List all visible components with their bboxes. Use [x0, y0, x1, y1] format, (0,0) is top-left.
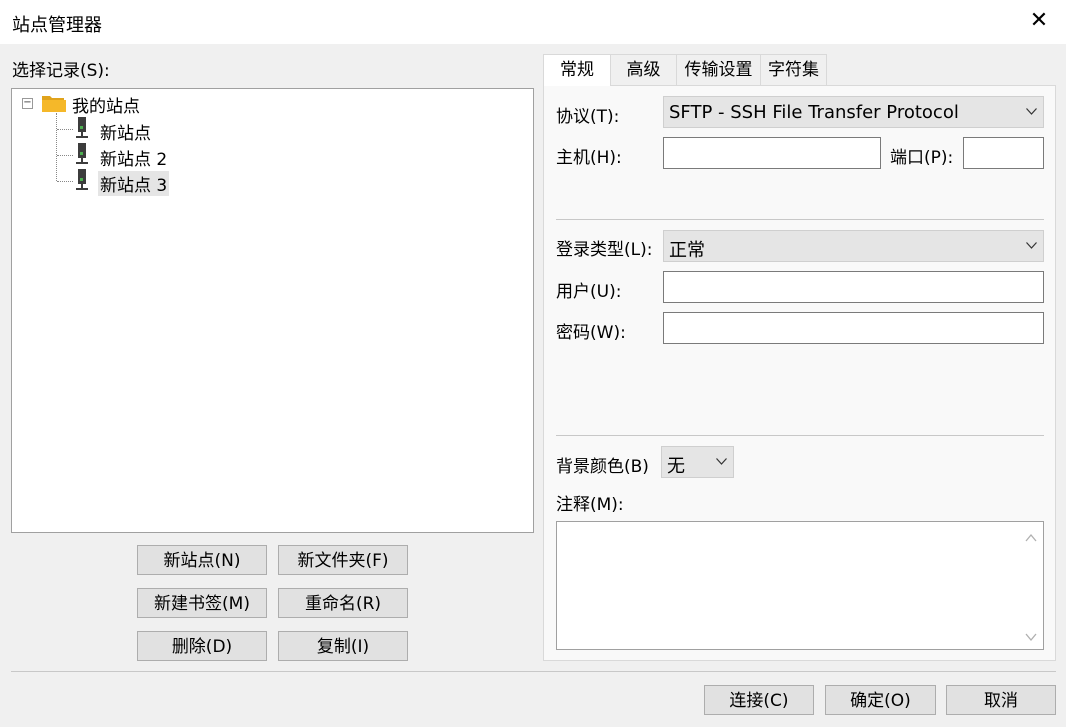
comments-textarea[interactable]	[556, 521, 1044, 650]
user-label: 用户(U):	[556, 282, 622, 302]
tab-transfer-settings[interactable]: 传输设置	[676, 54, 761, 85]
tree-connector	[57, 181, 73, 182]
tab-advanced[interactable]: 高级	[610, 54, 677, 85]
chevron-down-icon	[716, 458, 727, 465]
separator	[556, 219, 1044, 220]
server-icon	[76, 117, 88, 138]
collapse-toggle-icon[interactable]: −	[22, 98, 33, 109]
window-title: 站点管理器	[12, 15, 102, 36]
rename-button[interactable]: 重命名(R)	[278, 588, 408, 618]
cancel-button[interactable]: 取消	[946, 685, 1056, 715]
tree-folder-label[interactable]: 我的站点	[72, 92, 140, 117]
bg-color-value: 无	[667, 456, 685, 477]
password-input[interactable]	[663, 312, 1044, 344]
title-bar: 站点管理器 ✕	[0, 0, 1066, 44]
bg-color-label: 背景颜色(B)	[556, 457, 649, 477]
logon-type-select[interactable]: 正常	[663, 230, 1044, 262]
separator	[556, 435, 1044, 436]
protocol-label: 协议(T):	[556, 107, 620, 127]
scroll-up-icon[interactable]	[1025, 534, 1037, 542]
password-label: 密码(W):	[556, 323, 626, 343]
server-icon	[76, 143, 88, 164]
ok-button[interactable]: 确定(O)	[825, 685, 936, 715]
port-input[interactable]	[963, 137, 1044, 169]
tab-general[interactable]: 常规	[543, 54, 611, 86]
protocol-value: SFTP - SSH File Transfer Protocol	[669, 102, 959, 123]
tree-site-item-selected[interactable]: 新站点 3	[98, 171, 170, 196]
select-entry-label: 选择记录(S):	[12, 61, 110, 81]
comments-label: 注释(M):	[556, 495, 624, 515]
tree-site-item[interactable]: 新站点	[98, 119, 153, 144]
chevron-down-icon	[1026, 108, 1037, 115]
new-site-button[interactable]: 新站点(N)	[137, 545, 267, 575]
new-bookmark-button[interactable]: 新建书签(M)	[137, 588, 267, 618]
delete-button[interactable]: 删除(D)	[137, 631, 267, 661]
logon-type-label: 登录类型(L):	[556, 240, 653, 260]
tree-connector	[57, 129, 73, 130]
new-folder-button[interactable]: 新文件夹(F)	[278, 545, 408, 575]
port-label: 端口(P):	[890, 148, 954, 168]
protocol-select[interactable]: SFTP - SSH File Transfer Protocol	[663, 96, 1044, 128]
tree-connector	[56, 113, 57, 181]
connect-button[interactable]: 连接(C)	[704, 685, 814, 715]
host-label: 主机(H):	[556, 148, 622, 168]
host-input[interactable]	[663, 137, 881, 169]
tree-site-item[interactable]: 新站点 2	[98, 145, 169, 170]
server-icon	[76, 169, 88, 190]
folder-icon	[42, 96, 66, 112]
scroll-down-icon[interactable]	[1025, 633, 1037, 641]
footer-separator	[11, 671, 1056, 672]
tab-charset[interactable]: 字符集	[760, 54, 827, 85]
logon-type-value: 正常	[669, 240, 705, 261]
close-icon[interactable]: ✕	[1026, 6, 1052, 36]
copy-button[interactable]: 复制(I)	[278, 631, 408, 661]
chevron-down-icon	[1026, 242, 1037, 249]
bg-color-select[interactable]: 无	[661, 446, 734, 478]
user-input[interactable]	[663, 271, 1044, 303]
site-tree[interactable]: − 我的站点 新站点 新站点 2 新站点 3	[11, 88, 534, 533]
tree-connector	[57, 155, 73, 156]
